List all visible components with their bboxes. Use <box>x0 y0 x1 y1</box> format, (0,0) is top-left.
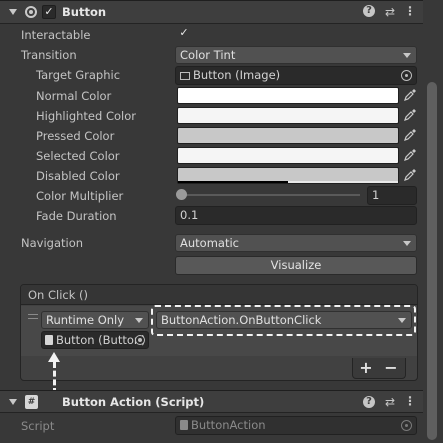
disabled-color-swatch[interactable] <box>177 167 399 184</box>
runtime-value: Runtime Only <box>46 313 125 327</box>
eyedropper-icon[interactable] <box>403 128 417 142</box>
navigation-dropdown[interactable]: Automatic <box>175 234 417 252</box>
color-multiplier-slider-thumb[interactable] <box>176 189 187 200</box>
alpha-bar-rest <box>288 181 398 183</box>
button-component-icon <box>25 6 37 18</box>
transition-dropdown[interactable]: Color Tint <box>175 46 417 64</box>
eyedropper-icon[interactable] <box>403 148 417 162</box>
navigation-value: Automatic <box>180 236 239 250</box>
script-value: ButtonAction <box>191 418 266 432</box>
annotation-arrow-head <box>48 352 60 362</box>
on-click-header: On Click () <box>21 285 417 305</box>
eyedropper-icon[interactable] <box>403 88 417 102</box>
chevron-down-icon <box>403 53 411 58</box>
color-multiplier-field[interactable]: 1 <box>367 186 417 205</box>
alpha-bar <box>178 181 288 183</box>
fade-duration-field[interactable]: 0.1 <box>175 206 417 225</box>
on-click-title: On Click () <box>28 288 89 302</box>
remove-label: − <box>384 358 398 377</box>
function-value: ButtonAction.OnButtonClick <box>161 313 322 327</box>
script-file-icon <box>45 335 53 345</box>
context-menu-icon[interactable]: ⋮ <box>403 4 417 18</box>
navigation-label: Navigation <box>21 236 84 250</box>
chevron-down-icon <box>398 318 406 323</box>
preset-icon[interactable]: ⇄ <box>383 395 397 409</box>
chevron-down-icon <box>135 318 143 323</box>
eyedropper-icon[interactable] <box>403 168 417 182</box>
target-object-value: Button (Button) <box>56 333 146 347</box>
pressed-color-label: Pressed Color <box>36 129 115 143</box>
context-menu-icon[interactable]: ⋮ <box>403 394 417 408</box>
object-picker-icon[interactable] <box>135 335 145 345</box>
inspector-scrollbar-thumb[interactable] <box>427 82 437 440</box>
script-label: Script <box>21 419 55 433</box>
target-graphic-field[interactable]: Button (Image) <box>175 66 417 85</box>
color-multiplier-slider-track[interactable] <box>180 194 360 196</box>
target-graphic-label: Target Graphic <box>36 68 121 82</box>
object-picker-icon[interactable] <box>401 70 412 81</box>
add-listener-button[interactable]: + <box>358 358 374 377</box>
function-dropdown[interactable]: ButtonAction.OnButtonClick <box>156 311 412 329</box>
script-file-icon <box>180 420 188 430</box>
foldout-arrow-icon[interactable] <box>9 399 17 405</box>
transition-label: Transition <box>21 48 77 62</box>
script-component-title: Button Action (Script) <box>62 395 205 409</box>
script-component-header[interactable]: # Button Action (Script) ? ⇄ ⋮ <box>0 390 443 413</box>
remove-listener-button[interactable]: − <box>383 358 399 377</box>
visualize-label: Visualize <box>270 258 322 272</box>
color-multiplier-value: 1 <box>372 188 380 202</box>
script-icon: # <box>25 395 38 409</box>
foldout-arrow-icon[interactable] <box>9 9 17 15</box>
fade-duration-label: Fade Duration <box>36 209 117 223</box>
transition-value: Color Tint <box>180 48 236 62</box>
selected-color-swatch[interactable] <box>177 147 399 164</box>
help-icon[interactable]: ? <box>363 5 375 17</box>
eyedropper-icon[interactable] <box>403 108 417 122</box>
interactable-checkbox[interactable]: ✓ <box>177 27 191 41</box>
script-field: ButtonAction <box>175 416 417 435</box>
visualize-button[interactable]: Visualize <box>175 256 417 275</box>
button-component-header[interactable]: ✓ Button ? ⇄ ⋮ <box>0 0 443 24</box>
component-title: Button <box>62 5 107 19</box>
selected-color-label: Selected Color <box>36 149 120 163</box>
preset-icon[interactable]: ⇄ <box>383 5 397 19</box>
highlighted-color-label: Highlighted Color <box>36 109 136 123</box>
target-graphic-value: Button (Image) <box>193 68 281 82</box>
runtime-dropdown[interactable]: Runtime Only <box>41 311 149 329</box>
chevron-down-icon <box>403 241 411 246</box>
add-label: + <box>359 358 373 377</box>
color-multiplier-label: Color Multiplier <box>36 189 124 203</box>
fade-duration-value: 0.1 <box>180 208 199 222</box>
image-icon <box>180 72 190 80</box>
component-enabled-checkbox[interactable]: ✓ <box>42 5 56 19</box>
help-icon[interactable]: ? <box>363 396 375 408</box>
target-object-field[interactable]: Button (Button) <box>41 331 149 349</box>
drag-handle-icon[interactable] <box>28 314 38 319</box>
interactable-label: Interactable <box>21 28 91 42</box>
disabled-color-label: Disabled Color <box>36 169 120 183</box>
pressed-color-swatch[interactable] <box>177 127 399 144</box>
normal-color-label: Normal Color <box>36 89 112 103</box>
object-picker-icon <box>401 420 412 431</box>
highlighted-color-swatch[interactable] <box>177 107 399 124</box>
normal-color-swatch[interactable] <box>177 87 399 104</box>
